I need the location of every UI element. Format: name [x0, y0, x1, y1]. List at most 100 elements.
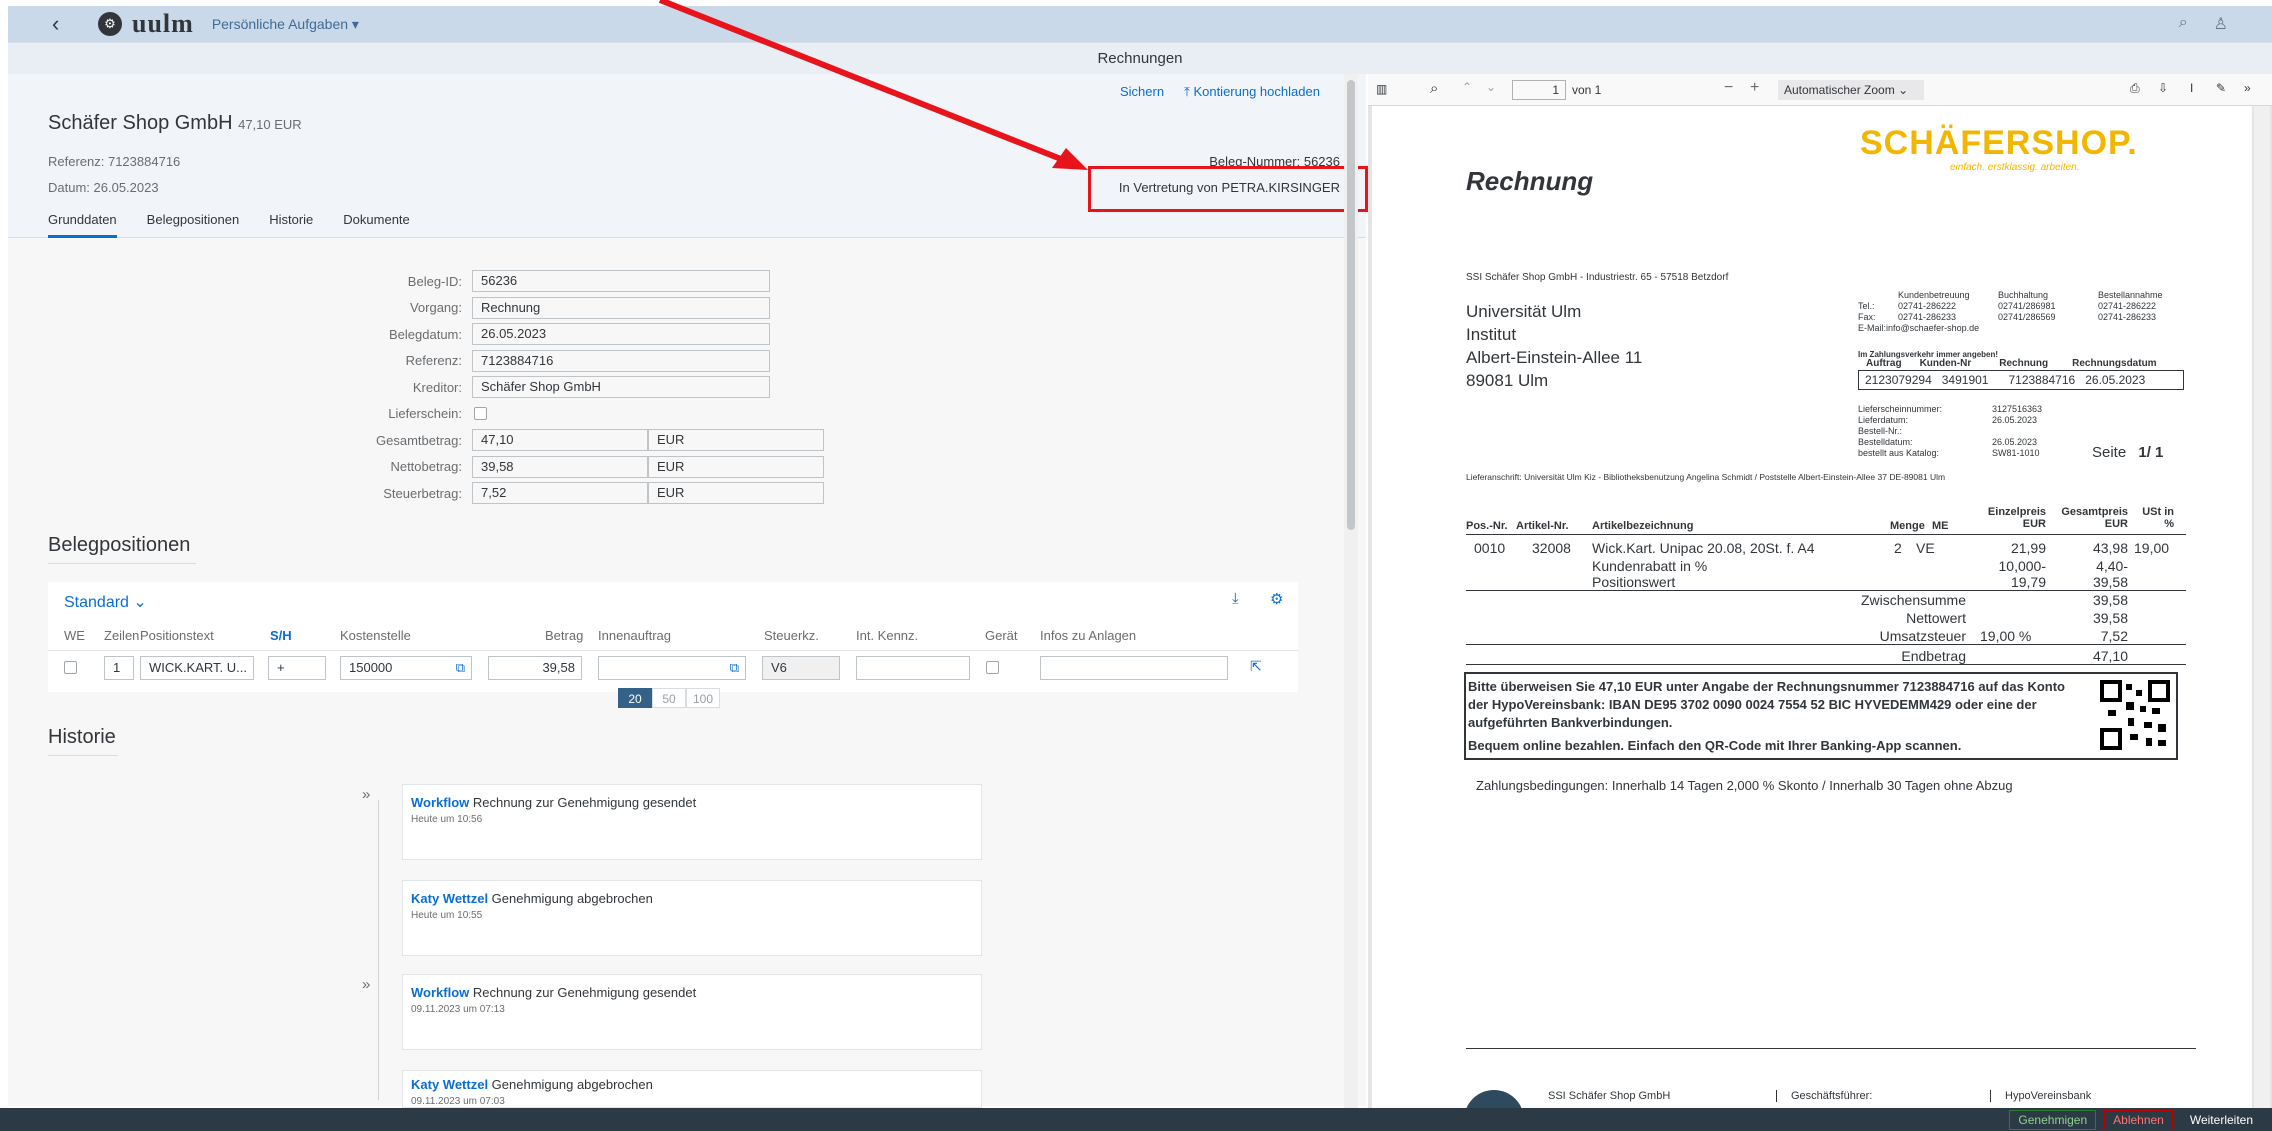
open-detail-icon[interactable]: ⇱	[1250, 658, 1262, 675]
col-innenauftrag[interactable]: Innenauftrag	[598, 628, 671, 643]
col-geraet[interactable]: Gerät	[985, 628, 1018, 643]
tab-dokumente[interactable]: Dokumente	[343, 212, 409, 238]
page-up-icon[interactable]: ⌃	[1462, 80, 1472, 94]
back-icon[interactable]: ‹	[52, 11, 92, 37]
row-zeile-field[interactable]: 1	[104, 656, 134, 680]
footer-bar: Genehmigen Ablehnen Weiterleiten	[0, 1108, 2272, 1131]
row-infos-anlagen-field[interactable]	[1040, 656, 1228, 680]
annotation-arrow	[658, 0, 1088, 170]
row-innenauftrag-field[interactable]: ⧉	[598, 656, 746, 680]
steuerbetrag-currency[interactable]: EUR	[648, 482, 824, 505]
steuerbetrag-label: Steuerbetrag:	[383, 485, 462, 501]
delivery-meta-values: 3127516363 26.05.2023 26.05.2023 SW81-1010	[1992, 404, 2043, 458]
header-rule	[1466, 534, 2186, 535]
more-tools-icon[interactable]: »	[2244, 81, 2251, 95]
tab-belegpositionen[interactable]: Belegpositionen	[147, 212, 240, 238]
row-positionstext-field[interactable]: WICK.KART. U...	[140, 656, 254, 680]
row-int-kennz-field[interactable]	[856, 656, 970, 680]
nettobetrag-field[interactable]: 39,58	[472, 455, 648, 478]
zoom-select[interactable]: Automatischer Zoom ⌄	[1778, 80, 1924, 100]
col-sh[interactable]: S/H	[270, 628, 292, 643]
approve-button[interactable]: Genehmigen	[2009, 1109, 2097, 1130]
shell-bar: ‹ ⚙ uulm Persönliche Aufgaben ▾ ⌕ ♙	[8, 6, 2272, 42]
print-icon[interactable]: ⎙	[2130, 81, 2140, 96]
search-icon[interactable]: ⌕	[1430, 80, 1438, 97]
page-number-input[interactable]: 1	[1512, 80, 1566, 100]
zoom-in-icon[interactable]: +	[1750, 79, 1759, 97]
row-steuerkz-field[interactable]: V6	[762, 656, 840, 680]
timeline-line	[378, 800, 379, 1100]
header-referenz: Referenz: 7123884716	[48, 154, 181, 169]
nettobetrag-label: Nettobetrag:	[390, 459, 462, 475]
search-icon[interactable]: ⌕	[2179, 14, 2188, 34]
belegdatum-field[interactable]: 26.05.2023	[472, 323, 770, 346]
col-betrag[interactable]: Betrag	[545, 628, 583, 643]
beleg-id-label: Beleg-ID:	[407, 273, 462, 289]
download-icon[interactable]: ⤓	[1232, 590, 1239, 607]
pdf-toolbar: ▥ ⌕ ⌃ ⌄ 1 von 1 − + Automatischer Zoom ⌄…	[1368, 74, 2272, 106]
row-sh-field[interactable]: +	[268, 656, 326, 680]
pdf-scrollbar[interactable]	[2254, 106, 2270, 1108]
col-zeilen[interactable]: Zeilen	[104, 628, 139, 643]
row-betrag-field[interactable]: 39,58	[488, 656, 582, 680]
beleg-id-field[interactable]: 56236	[472, 270, 770, 293]
gesamtbetrag-field[interactable]: 47,10	[472, 429, 648, 452]
footer-management: Geschäftsführer:	[1776, 1090, 1872, 1102]
upload-kontierung-button[interactable]: ⤒ Kontierung hochladen	[1184, 84, 1320, 100]
page-size-20[interactable]: 20	[618, 688, 652, 708]
header-datum: Datum: 26.05.2023	[48, 180, 159, 195]
uulm-logo[interactable]: uulm	[132, 9, 194, 39]
schaefer-shop-logo: SCHÄFERSHOP.	[1860, 124, 2138, 162]
history-entry: Katy Wettzel Genehmigung abgebrochen 09.1…	[402, 1070, 982, 1108]
invoice-title: Rechnung	[1466, 166, 1594, 196]
historie-title: Historie	[48, 726, 118, 756]
col-steuerkz[interactable]: Steuerkz.	[764, 628, 819, 643]
variant-selector[interactable]: Standard ⌄	[64, 592, 147, 612]
text-select-icon[interactable]: I	[2190, 81, 2193, 95]
app-title-menu[interactable]: Persönliche Aufgaben ▾	[212, 16, 359, 33]
col-positionstext[interactable]: Positionstext	[140, 628, 214, 643]
row-kostenstelle-field[interactable]: 150000 ⧉	[340, 656, 472, 680]
tab-historie[interactable]: Historie	[269, 212, 313, 238]
history-author[interactable]: Workflow	[411, 985, 469, 1000]
workflow-icon: »	[362, 786, 371, 803]
col-infos-anlagen[interactable]: Infos zu Anlagen	[1040, 628, 1136, 643]
col-we[interactable]: WE	[64, 628, 85, 643]
tab-grunddaten[interactable]: Grunddaten	[48, 212, 117, 238]
left-scrollbar-thumb[interactable]	[1347, 80, 1355, 530]
col-int-kennz[interactable]: Int. Kennz.	[856, 628, 918, 643]
kreditor-field[interactable]: Schäfer Shop GmbH	[472, 376, 770, 399]
page-size-50[interactable]: 50	[652, 688, 686, 708]
gesamtbetrag-currency[interactable]: EUR	[648, 429, 824, 452]
row-we-checkbox[interactable]	[64, 661, 77, 674]
settings-gear-icon[interactable]: ⚙	[1270, 590, 1283, 608]
vorgang-field[interactable]: Rechnung	[472, 296, 770, 319]
ref-box: 2123079294 3491901 7123884716 26.05.2023	[1858, 370, 2184, 390]
history-author[interactable]: Workflow	[411, 795, 469, 810]
referenz-field[interactable]: 7123884716	[472, 349, 770, 372]
reject-button[interactable]: Ablehnen	[2104, 1109, 2173, 1130]
save-button[interactable]: Sichern	[1120, 84, 1164, 100]
row-geraet-checkbox[interactable]	[986, 661, 999, 674]
history-author[interactable]: Katy Wettzel	[411, 891, 488, 906]
nettobetrag-currency[interactable]: EUR	[648, 455, 824, 478]
forward-button[interactable]: Weiterleiten	[2181, 1110, 2262, 1130]
qr-code-icon	[2100, 680, 2170, 750]
steuerbetrag-field[interactable]: 7,52	[472, 482, 648, 505]
page-size-100[interactable]: 100	[686, 688, 720, 708]
belegdatum-label: Belegdatum:	[389, 326, 462, 342]
history-author[interactable]: Katy Wettzel	[411, 1077, 488, 1092]
lieferschein-label: Lieferschein:	[388, 406, 462, 422]
zoom-out-icon[interactable]: −	[1724, 79, 1733, 97]
sidebar-toggle-icon[interactable]: ▥	[1376, 82, 1387, 96]
col-kostenstelle[interactable]: Kostenstelle	[340, 628, 411, 643]
user-icon[interactable]: ♙	[2214, 14, 2228, 34]
page-header-title: Rechnungen	[8, 42, 2272, 74]
lieferschein-checkbox[interactable]	[474, 407, 487, 421]
contact-block: Kundenbetreuung Buchhaltung Bestellannahme…	[1858, 290, 2163, 333]
save-pdf-icon[interactable]: ⇩	[2158, 81, 2168, 95]
draw-icon[interactable]: ✎	[2216, 81, 2226, 95]
page-down-icon[interactable]: ⌄	[1486, 80, 1496, 94]
paginator: 20 50 100	[618, 688, 720, 708]
payment-conditions: Zahlungsbedingungen: Innerhalb 14 Tagen …	[1476, 778, 2013, 793]
